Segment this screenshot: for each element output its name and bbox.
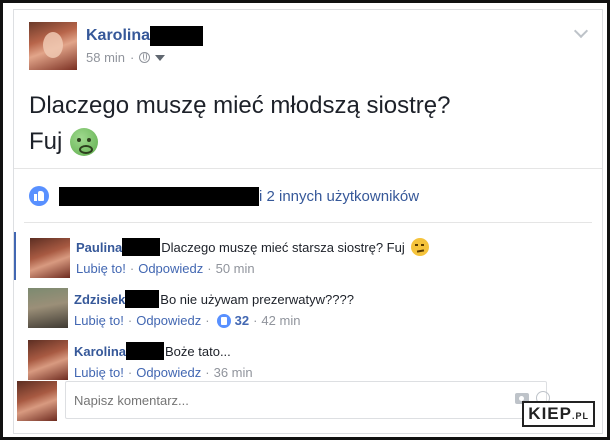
comment-time[interactable]: 50 min — [216, 261, 255, 276]
composer-avatar — [17, 381, 57, 421]
comment: Paulina Dlaczego muszę mieć starsza sios… — [14, 232, 602, 280]
comment-time[interactable]: 42 min — [261, 313, 300, 328]
avatar[interactable] — [28, 340, 68, 380]
comment-text: Boże tato... — [165, 343, 231, 359]
commenter-name[interactable]: Paulina — [76, 240, 122, 255]
divider — [14, 168, 602, 169]
meta-separator: · — [130, 50, 135, 65]
comment-actions: Lubię to! · Odpowiedz · 36 min — [74, 365, 594, 380]
unamused-face-icon — [410, 238, 429, 256]
like-link[interactable]: Lubię to! — [74, 365, 124, 380]
post-text-line-2: Fuj — [29, 124, 451, 160]
post-time[interactable]: 58 min — [86, 50, 125, 65]
reply-link[interactable]: Odpowiedz — [136, 313, 201, 328]
separator: · — [205, 365, 210, 380]
avatar[interactable] — [30, 238, 70, 278]
comment-input[interactable] — [65, 381, 547, 419]
redaction-bar — [150, 26, 204, 46]
post-meta: 58 min · — [86, 50, 166, 65]
separator: · — [207, 261, 212, 276]
author-line: Karolina — [86, 26, 204, 46]
comment: Zdzisiek Bo nie używam prezerwatyw???? L… — [14, 288, 602, 336]
comment-line: Karolina Boże tato... — [74, 342, 594, 360]
separator: · — [127, 313, 133, 328]
like-icon — [216, 313, 231, 328]
comment-body: Paulina Dlaczego muszę mieć starsza sios… — [76, 238, 596, 276]
sick-face-icon — [70, 128, 99, 156]
site-watermark: KIEP.PL — [522, 401, 595, 427]
reply-link[interactable]: Odpowiedz — [138, 261, 203, 276]
comment-text: Dlaczego muszę mieć starsza siostrę? Fuj — [161, 239, 405, 255]
watermark-main: KIEP — [528, 404, 572, 423]
author-name[interactable]: Karolina — [86, 27, 150, 45]
commenter-name[interactable]: Karolina — [74, 344, 126, 359]
likes-row[interactable]: i 2 innych użytkowników — [29, 184, 419, 208]
post-text-fuj: Fuj — [29, 128, 63, 155]
redaction-bar — [122, 238, 161, 256]
screenshot-frame: Karolina 58 min · Dlaczego muszę mieć mł… — [0, 0, 610, 440]
post-text-line-1: Dlaczego muszę mieć młodszą siostrę? — [29, 92, 451, 119]
globe-icon — [139, 52, 151, 63]
comment-actions: Lubię to! · Odpowiedz · 50 min — [76, 261, 596, 276]
comment-body: Karolina Boże tato... Lubię to! · Odpowi… — [74, 342, 594, 380]
chevron-down-icon[interactable] — [573, 23, 589, 39]
redaction-bar — [125, 290, 160, 308]
redaction-bar — [126, 342, 165, 360]
like-icon — [29, 186, 49, 206]
post-card: Karolina 58 min · Dlaczego muszę mieć mł… — [13, 9, 603, 434]
comment-time[interactable]: 36 min — [214, 365, 253, 380]
separator: · — [129, 261, 135, 276]
reply-link[interactable]: Odpowiedz — [136, 365, 201, 380]
caret-down-icon[interactable] — [155, 54, 166, 61]
like-count[interactable]: 32 — [235, 313, 249, 328]
avatar[interactable] — [28, 288, 68, 328]
separator: · — [253, 313, 258, 328]
watermark-suffix: .PL — [571, 411, 589, 421]
like-link[interactable]: Lubię to! — [74, 313, 124, 328]
separator: · — [205, 313, 210, 328]
post-text: Dlaczego muszę mieć młodszą siostrę? Fuj — [29, 88, 451, 160]
comment-actions: Lubię to! · Odpowiedz · 32 · 42 min — [74, 313, 594, 328]
commenter-name[interactable]: Zdzisiek — [74, 292, 125, 307]
divider — [24, 222, 592, 223]
comment-line: Zdzisiek Bo nie używam prezerwatyw???? — [74, 290, 594, 308]
redaction-bar — [59, 186, 259, 206]
separator: · — [127, 365, 133, 380]
comment-text: Bo nie używam prezerwatyw???? — [160, 291, 354, 307]
likes-text[interactable]: i 2 innych użytkowników — [259, 188, 419, 205]
comment-line: Paulina Dlaczego muszę mieć starsza sios… — [76, 238, 596, 256]
like-link[interactable]: Lubię to! — [76, 261, 126, 276]
author-avatar[interactable] — [29, 22, 77, 70]
comment-body: Zdzisiek Bo nie używam prezerwatyw???? L… — [74, 290, 594, 328]
